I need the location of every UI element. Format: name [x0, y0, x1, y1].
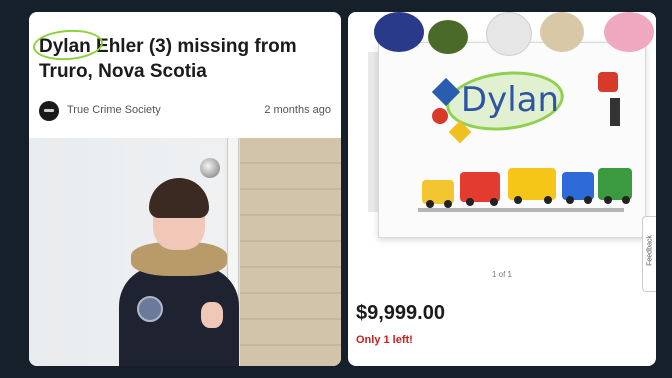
box-name-text: Dylan [460, 80, 560, 120]
wheel-shape [444, 200, 452, 208]
door-knob-image [200, 158, 220, 178]
jacket-patch-shape [137, 296, 163, 322]
feedback-label: Feedback [646, 235, 654, 266]
box-side-shape [368, 52, 378, 212]
road-sign-shape [432, 108, 448, 124]
wheel-shape [566, 196, 574, 204]
wheel-shape [466, 198, 474, 206]
stock-warning: Only 1 left! [356, 334, 413, 346]
wheel-shape [514, 196, 522, 204]
image-pager: 1 of 1 [491, 270, 512, 279]
child-figure-image [113, 178, 243, 366]
source-avatar[interactable] [39, 101, 59, 121]
road-strip-shape [418, 208, 624, 212]
article-photo [29, 138, 341, 366]
article-byline: True Crime Society 2 months ago [39, 101, 335, 123]
wheel-shape [622, 196, 630, 204]
stop-sign-shape [598, 72, 618, 92]
traffic-light-shape [610, 98, 620, 126]
hand-shape [201, 302, 223, 328]
wheel-shape [490, 198, 498, 206]
published-time: 2 months ago [264, 104, 331, 116]
house-siding-image [240, 138, 341, 366]
article-card[interactable]: Dylan Ehler (3) missing from Truro, Nova… [29, 12, 341, 366]
wheel-shape [426, 200, 434, 208]
product-card[interactable]: Dylan 1 of 1 Feedback $9,999.00 Only 1 l… [348, 12, 656, 366]
product-image[interactable]: Dylan [348, 12, 656, 252]
source-name[interactable]: True Crime Society [67, 104, 161, 116]
wheel-shape [584, 196, 592, 204]
toy-shape [428, 20, 468, 54]
toy-shape [604, 12, 654, 52]
stuffed-toys-image [368, 12, 656, 56]
wheel-shape [604, 196, 612, 204]
product-price: $9,999.00 [356, 302, 445, 324]
toy-shape [486, 12, 532, 56]
hair-shape [149, 178, 209, 218]
toy-shape [540, 12, 584, 52]
wheel-shape [544, 196, 552, 204]
feedback-tab[interactable]: Feedback [642, 216, 656, 292]
toy-shape [374, 12, 424, 52]
screenshot-collage: Dylan Ehler (3) missing from Truro, Nova… [0, 0, 672, 378]
